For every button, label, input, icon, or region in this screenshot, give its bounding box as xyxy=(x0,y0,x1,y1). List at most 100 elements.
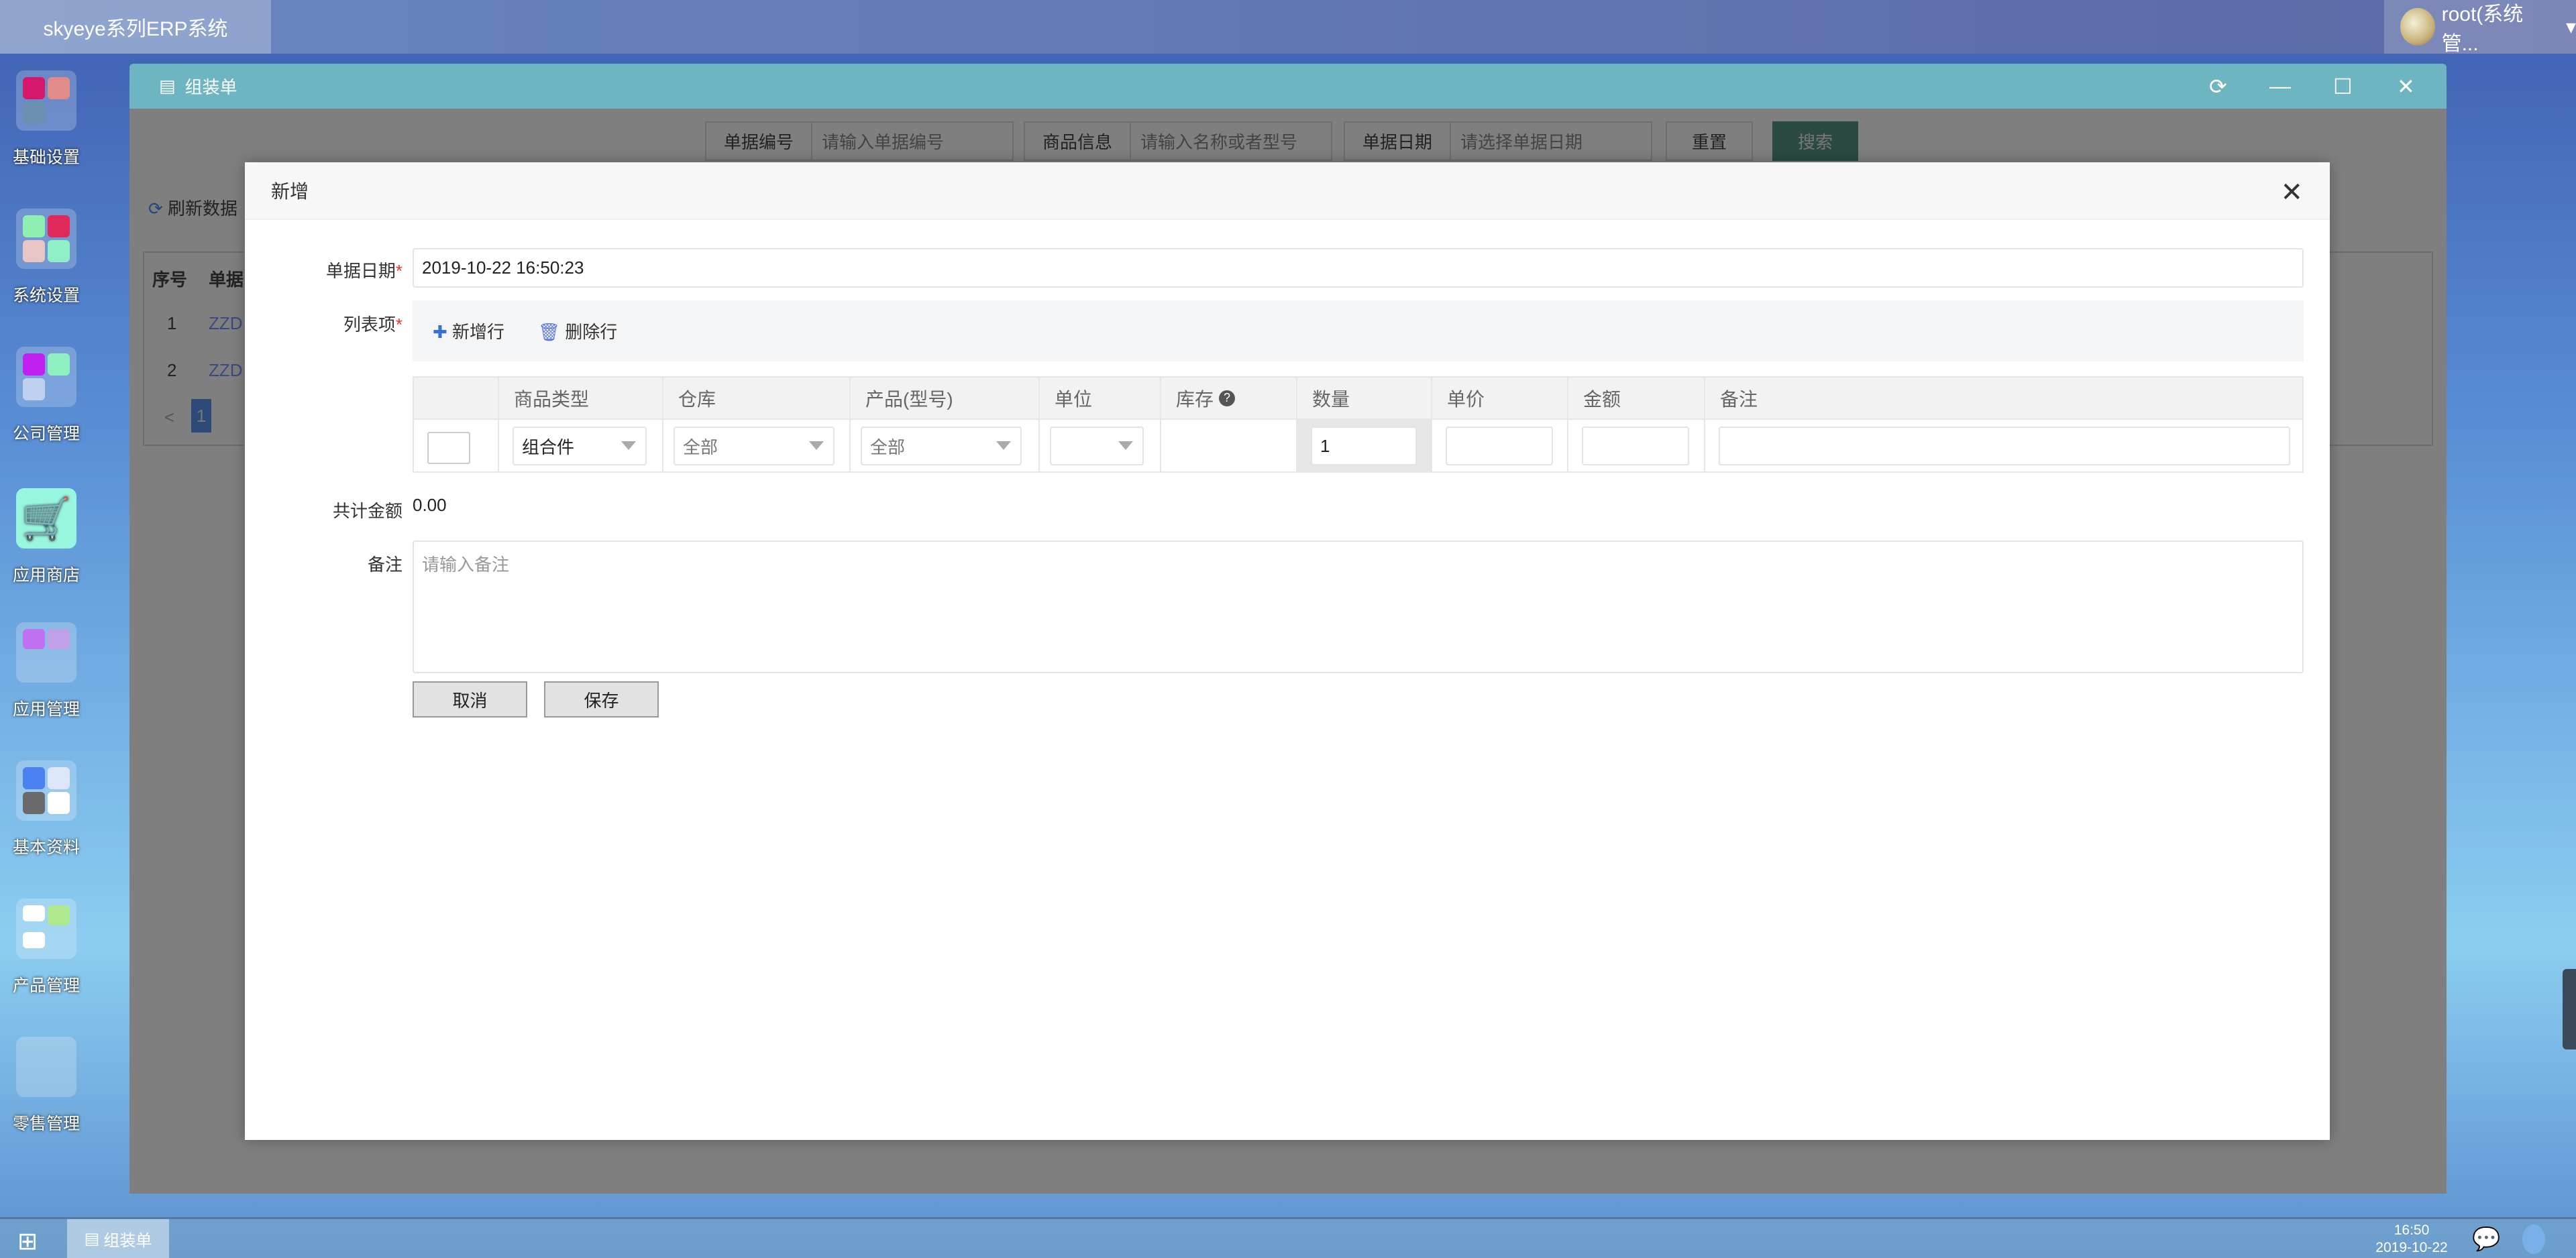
row-checkbox[interactable] xyxy=(427,432,470,464)
page-1-button[interactable]: 1 xyxy=(191,399,211,433)
th-amount: 金额 xyxy=(1568,378,1705,420)
delete-row-button[interactable]: 🗑 删除行 xyxy=(538,319,617,343)
app-manage-icon xyxy=(16,622,76,683)
time: 16:50 xyxy=(2394,1222,2430,1238)
remark-label: 备注 xyxy=(367,555,402,575)
save-button[interactable]: 保存 xyxy=(544,681,659,718)
type-select[interactable]: 组合件 xyxy=(513,426,647,465)
amount-input[interactable] xyxy=(1582,426,1689,465)
total-label: 共计金额 xyxy=(332,501,402,521)
td-warehouse: 全部 xyxy=(663,420,851,473)
user-menu[interactable]: root(系统管... ▾ xyxy=(2384,0,2576,55)
th-stock: 库存? xyxy=(1161,378,1297,420)
reset-button[interactable]: 重置 xyxy=(1666,121,1753,161)
td-quantity: 1 xyxy=(1297,420,1432,473)
help-icon[interactable]: ? xyxy=(1219,390,1236,406)
th-unit: 单位 xyxy=(1040,378,1161,420)
label: 应用管理 xyxy=(12,700,80,719)
quantity-input[interactable]: 1 xyxy=(1311,426,1417,465)
clock[interactable]: 16:50 2019-10-22 xyxy=(2368,1222,2455,1257)
th-product: 产品(型号) xyxy=(851,378,1040,420)
label: 新增行 xyxy=(452,322,505,342)
close-dialog-button[interactable]: ✕ xyxy=(2280,177,2303,208)
td-product: 全部 xyxy=(851,420,1040,473)
th-price: 单价 xyxy=(1432,378,1568,420)
prev-page-button[interactable]: < xyxy=(164,407,174,428)
td-unit xyxy=(1040,420,1161,473)
add-row-button[interactable]: ✚ 新增行 xyxy=(433,319,504,343)
desktop-icon-system-settings[interactable]: 系统设置 xyxy=(9,209,83,306)
desktop-icon-retail[interactable]: 零售管理 xyxy=(9,1037,83,1135)
row-remark-input[interactable] xyxy=(1719,426,2290,465)
th-select xyxy=(414,378,499,420)
td-amount xyxy=(1568,420,1705,473)
desktop-icon-app-manage[interactable]: 应用管理 xyxy=(9,622,83,720)
td-type: 组合件 xyxy=(499,420,663,473)
search-button[interactable]: 搜索 xyxy=(1772,121,1858,161)
placeholder: 请选择单据日期 xyxy=(1460,132,1583,152)
search-field-bill-no[interactable]: 单据编号 请输入单据编号 xyxy=(705,121,1014,161)
bill-link[interactable]: ZZD xyxy=(209,313,243,334)
dialog-title: 新增 xyxy=(271,181,309,202)
maximize-button[interactable]: ☐ xyxy=(2333,64,2353,109)
taskbar-item-assembly[interactable]: ▤ 组装单 xyxy=(67,1219,169,1258)
retail-icon xyxy=(16,1037,76,1097)
td-stock xyxy=(1161,420,1297,473)
close-window-button[interactable]: ✕ xyxy=(2397,64,2415,109)
notification-icon[interactable] xyxy=(2522,1224,2545,1254)
chevron-down-icon: ▾ xyxy=(2565,15,2576,38)
date-label: 单据日期* xyxy=(325,261,402,281)
product-select[interactable]: 全部 xyxy=(861,426,1022,465)
chevron-down-icon xyxy=(996,441,1011,450)
chevron-down-icon xyxy=(1118,441,1133,450)
avatar xyxy=(2400,8,2435,46)
refresh-icon: ⟳ xyxy=(148,198,168,219)
desktop-icon-basic-data[interactable]: 基本资料 xyxy=(9,760,83,858)
th: 单据 xyxy=(209,270,244,290)
refresh-icon[interactable]: ⟳ xyxy=(2209,64,2227,109)
window-title: 组装单 xyxy=(184,77,237,97)
dialog-header: 新增 xyxy=(245,162,2330,220)
window-titlebar[interactable]: ▤ 组装单 xyxy=(129,64,2447,109)
desktop-icon-company[interactable]: 公司管理 xyxy=(9,347,83,445)
top-bar xyxy=(0,0,2576,54)
desktop-icon-products[interactable]: 产品管理 xyxy=(9,899,83,996)
td-remark xyxy=(1705,420,2302,473)
cancel-button[interactable]: 取消 xyxy=(413,681,527,718)
desktop-icon-app-store[interactable]: 🛒 应用商店 xyxy=(9,488,83,586)
items-toolbar: ✚ 新增行 🗑 删除行 xyxy=(413,300,2304,361)
price-input[interactable] xyxy=(1446,426,1553,465)
label: 系统设置 xyxy=(12,286,80,305)
chat-icon[interactable]: 💬 xyxy=(2472,1226,2500,1253)
label: 公司管理 xyxy=(12,424,80,443)
windows-start-icon[interactable]: ⊞ xyxy=(17,1227,38,1255)
date: 2019-10-22 xyxy=(2375,1240,2448,1255)
label: 删除行 xyxy=(565,322,618,342)
bill-link[interactable]: ZZD xyxy=(209,360,243,381)
system-settings-icon xyxy=(16,209,76,269)
unit-select[interactable] xyxy=(1050,426,1144,465)
th-warehouse: 仓库 xyxy=(663,378,851,420)
plus-icon: ✚ xyxy=(433,322,453,342)
td-price xyxy=(1432,420,1568,473)
th-remark: 备注 xyxy=(1705,378,2302,420)
desktop-icon-basic-settings[interactable]: 基础设置 xyxy=(9,70,83,168)
remark-textarea[interactable]: 请输入备注 xyxy=(413,540,2304,673)
search-field-date[interactable]: 单据日期 请选择单据日期 xyxy=(1344,121,1652,161)
search-field-product[interactable]: 商品信息 请输入名称或者型号 xyxy=(1024,121,1332,161)
items-label: 列表项* xyxy=(343,314,402,335)
warehouse-select[interactable]: 全部 xyxy=(674,426,835,465)
side-gadget[interactable] xyxy=(2563,969,2576,1049)
label: 单据编号 xyxy=(706,123,813,160)
basic-data-icon xyxy=(16,760,76,821)
app-title: skyeye系列ERP系统 xyxy=(0,0,271,54)
label: 基础设置 xyxy=(12,148,80,167)
chevron-down-icon xyxy=(621,441,636,450)
shopping-cart-icon: 🛒 xyxy=(16,488,76,549)
label: 商品信息 xyxy=(1025,123,1132,160)
refresh-data-button[interactable]: ⟳ 刷新数据 xyxy=(148,195,237,220)
document-icon: ▤ xyxy=(84,1229,100,1248)
minimize-button[interactable]: — xyxy=(2269,64,2291,109)
document-icon: ▤ xyxy=(159,76,176,96)
date-input[interactable]: 2019-10-22 16:50:23 xyxy=(413,248,2304,288)
